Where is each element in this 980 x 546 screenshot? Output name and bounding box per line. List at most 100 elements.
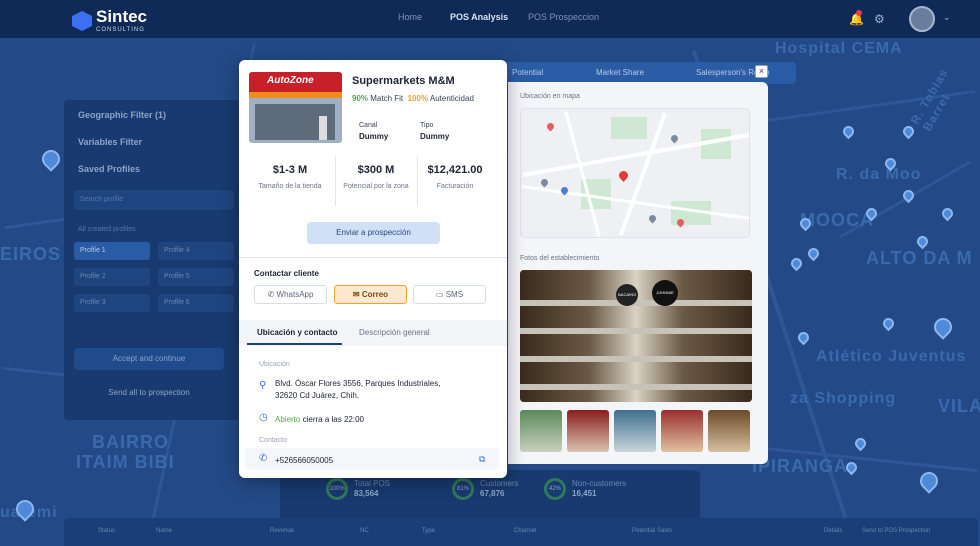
variables-filter[interactable]: Variables Filter — [78, 137, 142, 147]
table-header[interactable]: Potential Sales — [632, 528, 672, 534]
match-fit-pct: 90% — [352, 94, 369, 103]
accept-continue-button[interactable]: Accept and continue — [74, 348, 224, 370]
top-header: Sintec CONSULTING Home POS Analysis POS … — [0, 0, 980, 38]
profile-item[interactable]: Profile 3 — [74, 294, 150, 312]
profile-item[interactable]: Profile 5 — [158, 268, 234, 286]
nav-home[interactable]: Home — [398, 12, 422, 22]
store-main-photo[interactable]: BACARDÍ JOHNNIE WALKER — [520, 270, 752, 402]
geographic-filter[interactable]: Geographic Filter (1) — [78, 110, 166, 120]
copy-icon[interactable]: ⧉ — [479, 454, 485, 465]
gear-icon[interactable]: ⚙ — [874, 12, 885, 26]
non-customers-value: 16,451 — [572, 489, 597, 498]
map-pin[interactable] — [38, 146, 64, 172]
map-pin[interactable] — [914, 233, 931, 250]
email-label: Correo — [361, 290, 389, 299]
table-header[interactable]: Revenue — [270, 528, 294, 534]
brand-logo[interactable]: Sintec CONSULTING — [72, 8, 147, 33]
map-marker[interactable] — [539, 177, 550, 188]
map-marker[interactable] — [647, 213, 658, 224]
tab-market-share[interactable]: Market Share — [596, 68, 644, 77]
send-all-button[interactable]: Send all to prospection — [74, 382, 224, 404]
whatsapp-label: WhatsApp — [276, 290, 314, 299]
total-label: Total POS — [354, 479, 391, 488]
map-label: za Shopping — [790, 390, 897, 407]
ring-total: 100% — [326, 478, 348, 500]
tab-potential[interactable]: Potential — [512, 68, 543, 77]
tab-location-contact[interactable]: Ubicación y contacto — [257, 328, 337, 337]
map-pin[interactable] — [939, 205, 956, 222]
photos-section-title: Fotos del establecimiento — [520, 255, 600, 262]
filter-panel: Geographic Filter (1) Variables Filter S… — [64, 100, 242, 420]
store-sign: AutoZone — [267, 75, 314, 86]
avatar[interactable] — [909, 6, 935, 32]
map-label: BAIRRO — [92, 432, 169, 452]
tipo-value: Dummy — [420, 132, 450, 141]
match-fit-label: Match Fit — [370, 94, 404, 103]
whatsapp-icon: ✆ — [267, 290, 275, 299]
map-pin[interactable] — [840, 123, 857, 140]
map-marker[interactable] — [545, 121, 556, 132]
photo-thumbnail[interactable] — [520, 410, 562, 452]
table-header[interactable]: Type — [422, 528, 435, 534]
map-marker[interactable] — [669, 133, 680, 144]
sms-label: SMS — [445, 290, 464, 299]
profile-item[interactable]: Profile 6 — [158, 294, 234, 312]
metric-label: Facturación — [436, 183, 474, 190]
tipo-label: Tipo — [420, 122, 434, 129]
profile-item[interactable]: Profile 1 — [74, 242, 150, 260]
non-customers-label: Non-customers — [572, 479, 627, 488]
store-photo[interactable]: AutoZone — [249, 72, 342, 143]
photo-thumbnail[interactable] — [708, 410, 750, 452]
map-pin[interactable] — [916, 468, 942, 494]
chevron-down-icon[interactable]: ⌄ — [943, 12, 951, 23]
address-line-1: Blvd. Óscar Flores 3556, Parques Industr… — [275, 379, 441, 388]
map-pin[interactable] — [805, 245, 822, 262]
location-mini-map[interactable] — [520, 108, 750, 238]
map-label: R. da Moo — [836, 166, 922, 183]
map-label: EIROS — [0, 244, 62, 264]
logo-hex-icon — [72, 11, 92, 31]
table-header[interactable]: Channel — [514, 528, 536, 534]
store-location-marker[interactable] — [617, 169, 630, 182]
address-line-2: 32620 Cd Juárez, Chih. — [275, 391, 360, 400]
map-pin[interactable] — [880, 315, 897, 332]
table-header-bar: Status Name Revenue NC Type Channel Pote… — [64, 518, 978, 546]
table-header[interactable]: Details — [824, 528, 842, 534]
map-pin[interactable] — [795, 329, 812, 346]
table-header[interactable]: Status — [98, 528, 115, 534]
table-header[interactable]: Name — [156, 528, 172, 534]
location-label: Ubicación — [259, 361, 290, 368]
saved-profiles[interactable]: Saved Profiles — [78, 164, 140, 174]
nav-pos-prospection[interactable]: POS Prospeccion — [528, 12, 599, 22]
metric-value: $12,421.00 — [427, 164, 483, 176]
email-button[interactable]: ✉ Correo — [334, 285, 407, 304]
map-label: VILA — [938, 396, 980, 416]
phone-icon: ✆ — [259, 453, 268, 464]
photo-thumbnail[interactable] — [614, 410, 656, 452]
contact-title: Contactar cliente — [254, 269, 319, 278]
map-pin[interactable] — [900, 123, 917, 140]
send-to-prospection-button[interactable]: Enviar a prospección — [307, 222, 440, 244]
nav-pos-analysis[interactable]: POS Analysis — [450, 12, 508, 22]
whatsapp-button[interactable]: ✆ WhatsApp — [254, 285, 327, 304]
tab-description[interactable]: Descripción general — [359, 328, 430, 337]
photo-thumbnail[interactable] — [661, 410, 703, 452]
closing-hours: cierra a las 22:00 — [302, 415, 364, 424]
mail-icon: ✉ — [352, 290, 360, 299]
brand-sub: CONSULTING — [96, 27, 145, 33]
profile-item[interactable]: Profile 4 — [158, 242, 234, 260]
authenticity-label: Autenticidad — [429, 94, 474, 103]
map-pin[interactable] — [788, 255, 805, 272]
table-header[interactable]: Send to POS Prospection — [862, 528, 930, 534]
profile-search-input[interactable]: Search profile — [74, 190, 234, 210]
sms-button[interactable]: ▭ SMS — [413, 285, 486, 304]
map-label: ALTO DA M — [866, 248, 973, 268]
close-icon[interactable]: × — [755, 65, 768, 78]
map-pin[interactable] — [852, 435, 869, 452]
table-header[interactable]: NC — [360, 528, 369, 534]
map-label: Hospital CEMA — [775, 40, 903, 57]
map-pin[interactable] — [930, 314, 956, 340]
ring-customers: 81% — [452, 478, 474, 500]
photo-thumbnail[interactable] — [567, 410, 609, 452]
profile-item[interactable]: Profile 2 — [74, 268, 150, 286]
